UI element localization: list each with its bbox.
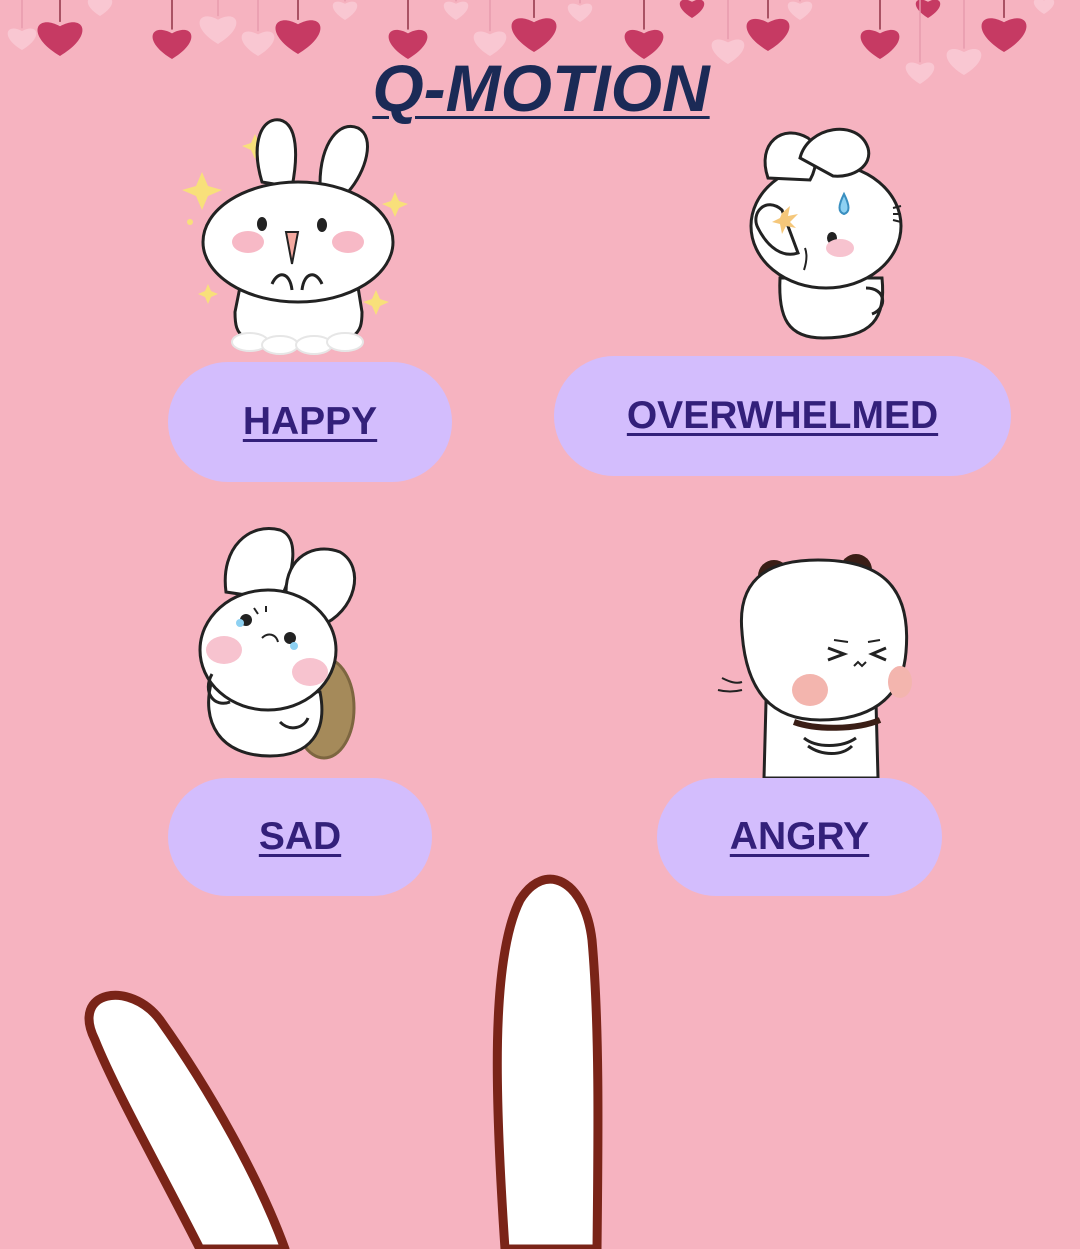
heart-icon xyxy=(7,28,37,50)
heart-icon xyxy=(567,3,593,22)
heart-icon xyxy=(905,62,935,84)
heart-icon xyxy=(787,1,813,20)
heart-icon xyxy=(332,1,358,20)
heart-icon xyxy=(711,39,745,64)
heart-icon xyxy=(152,29,192,59)
sad-button-label: SAD xyxy=(258,815,342,858)
angry-bear-icon xyxy=(716,552,914,780)
background-decoration xyxy=(7,0,1055,1249)
overwhelmed-button[interactable]: OVERWHELMED xyxy=(554,356,1011,476)
heart-icon xyxy=(1033,0,1055,14)
heart-icon xyxy=(275,20,321,54)
heart-icon xyxy=(199,16,237,44)
happy-bunny-icon xyxy=(180,112,415,355)
heart-icon xyxy=(860,29,900,59)
bunny-ear-left-icon xyxy=(84,990,290,1249)
heart-icon xyxy=(981,18,1027,52)
happy-button[interactable]: HAPPY xyxy=(168,362,452,482)
heart-icon xyxy=(746,18,790,51)
heart-icon xyxy=(511,18,557,52)
overwhelmed-button-label: OVERWHELMED xyxy=(626,394,939,437)
angry-button[interactable]: ANGRY xyxy=(657,778,942,896)
app-title: Q-MOTION xyxy=(372,51,710,125)
angry-button-label: ANGRY xyxy=(729,815,870,858)
overwhelmed-bunny-icon xyxy=(738,118,908,344)
sad-button[interactable]: SAD xyxy=(168,778,432,896)
heart-icon xyxy=(241,31,275,56)
bunny-ear-right-icon xyxy=(492,874,603,1249)
heart-icon xyxy=(679,0,705,18)
heart-icon xyxy=(37,22,83,56)
heart-icon xyxy=(946,48,982,75)
happy-button-label: HAPPY xyxy=(242,400,378,443)
heart-icon xyxy=(87,0,113,16)
sad-bunny-icon xyxy=(190,522,368,760)
heart-icon xyxy=(443,1,469,20)
